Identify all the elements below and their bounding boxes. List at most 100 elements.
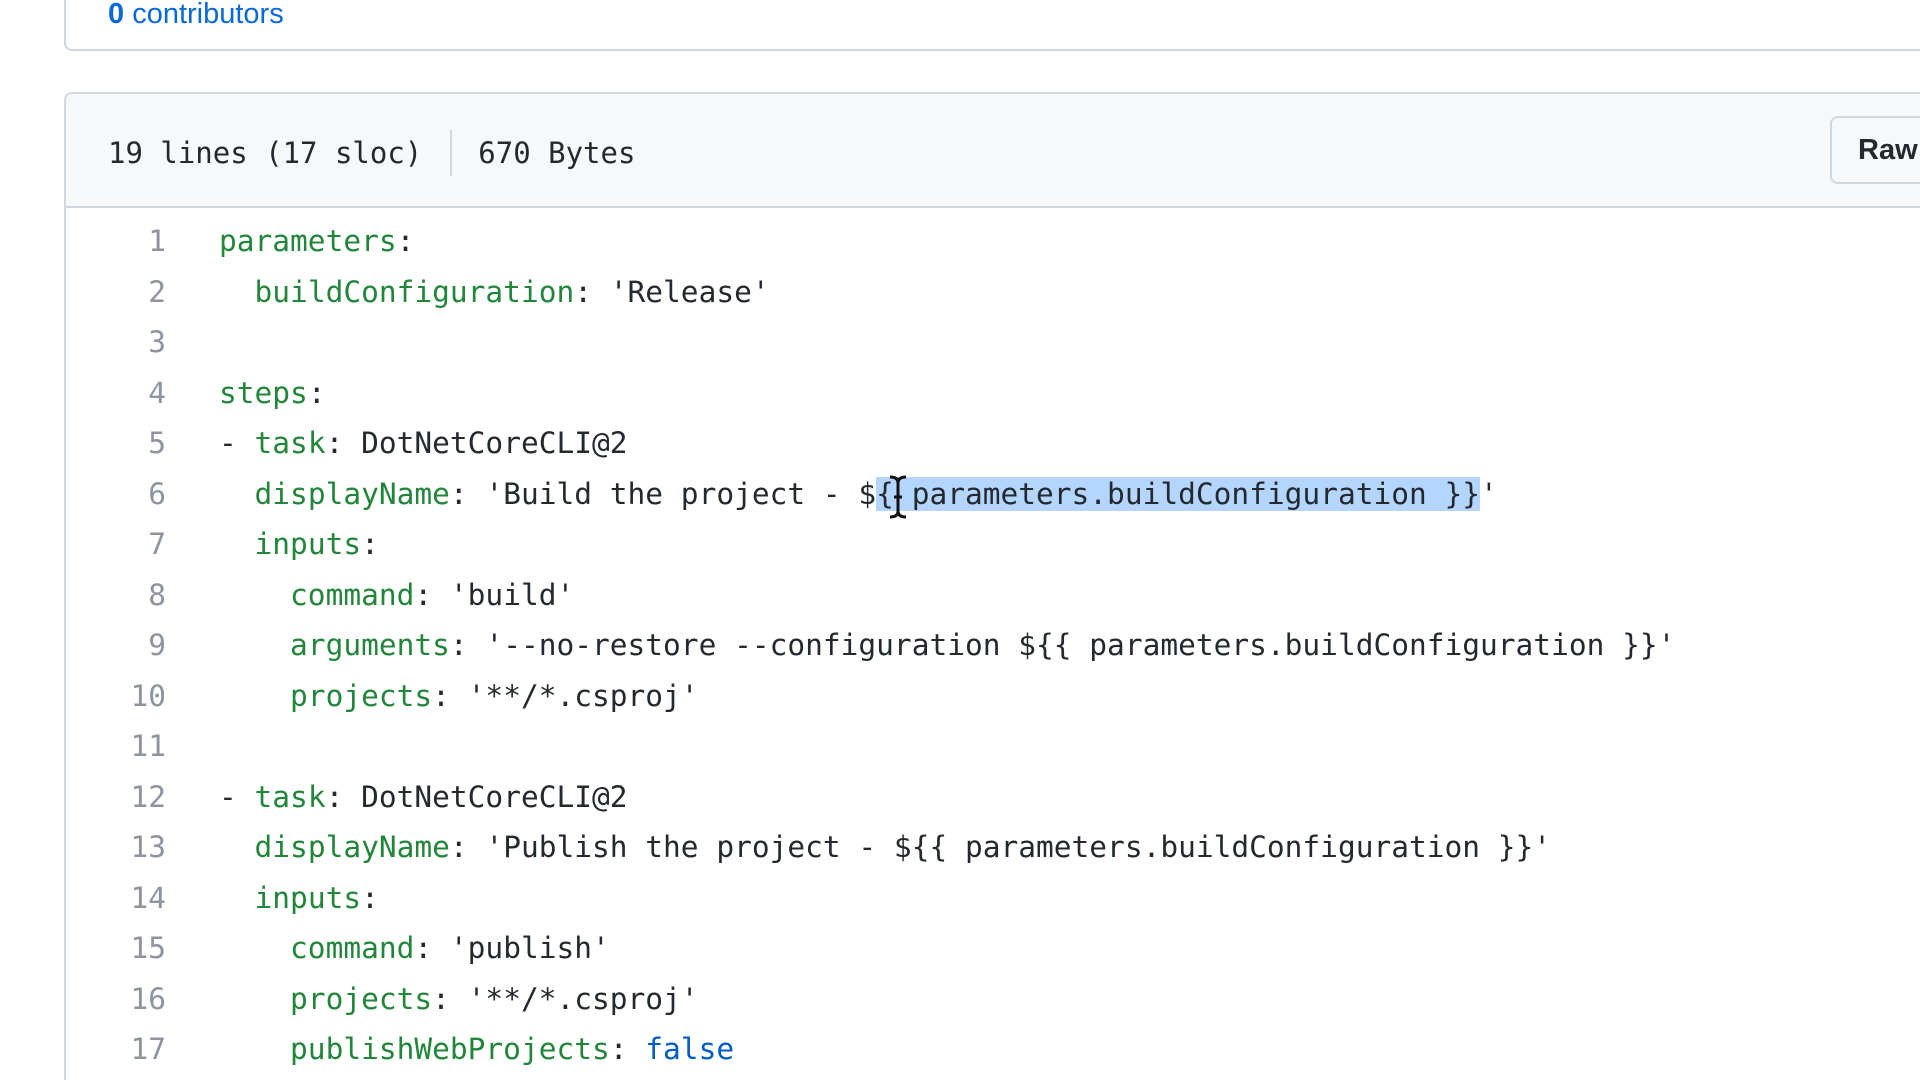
yaml-value: 'Build the project - $: [485, 476, 877, 511]
line-number[interactable]: 2: [66, 267, 166, 317]
yaml-key: command: [290, 931, 415, 965]
yaml-separator: :: [432, 678, 468, 713]
text-cursor-icon: [889, 475, 907, 519]
file-info: 19 lines (17 sloc) 670 Bytes: [108, 130, 635, 176]
yaml-key: task: [254, 426, 326, 460]
yaml-separator: :: [361, 880, 379, 915]
yaml-value: 'build': [449, 577, 575, 612]
contributors-count: 0: [108, 0, 125, 30]
line-content: - task: DotNetCoreCLI@2: [219, 418, 628, 468]
code-view[interactable]: 1 parameters: 2 buildConfiguration: 'Relea…: [66, 216, 1920, 1075]
yaml-separator: :: [449, 628, 486, 662]
file-header: 19 lines (17 sloc) 670 Bytes Raw: [66, 94, 1920, 208]
line-number[interactable]: 3: [66, 317, 166, 367]
yaml-separator: :: [396, 224, 415, 258]
line-number[interactable]: 5: [66, 418, 166, 468]
line-indent: -: [219, 426, 255, 460]
yaml-key: buildConfiguration: [254, 274, 575, 309]
yaml-separator: :: [325, 779, 362, 814]
code-line: 4 steps:: [66, 368, 1920, 419]
line-content: arguments: '--no-restore --configuration…: [219, 620, 1675, 670]
yaml-key: command: [290, 577, 415, 612]
code-line: 16 projects: '**/*.csproj': [66, 974, 1920, 1025]
line-number[interactable]: 15: [66, 923, 166, 973]
code-line: 5 - task: DotNetCoreCLI@2: [66, 418, 1920, 469]
yaml-separator: :: [432, 981, 468, 1016]
yaml-value: ': [1480, 476, 1498, 511]
yaml-value: 'Publish the project - ${{ parameters.bu…: [485, 830, 1552, 864]
code-line: 17 publishWebProjects: false: [66, 1024, 1920, 1075]
yaml-separator: :: [574, 274, 610, 309]
code-line: 2 buildConfiguration: 'Release': [66, 267, 1920, 318]
yaml-key: task: [254, 779, 326, 814]
contributors-label: contributors: [132, 0, 284, 30]
code-line: 7 inputs:: [66, 519, 1920, 570]
contributors-link[interactable]: 0 contributors: [108, 0, 284, 31]
yaml-value: '**/*.csproj': [467, 678, 699, 713]
code-line: 1 parameters:: [66, 216, 1920, 267]
line-number[interactable]: 16: [66, 974, 166, 1024]
line-number[interactable]: 17: [66, 1024, 166, 1074]
file-size: 670 Bytes: [478, 136, 636, 170]
code-line: 6 displayName: 'Build the project - ${ p…: [66, 469, 1920, 520]
code-line: 12 - task: DotNetCoreCLI@2: [66, 772, 1920, 823]
line-number[interactable]: 9: [66, 620, 166, 670]
line-number[interactable]: 13: [66, 822, 166, 872]
line-number[interactable]: 11: [66, 721, 166, 771]
yaml-value: DotNetCoreCLI@2: [361, 779, 628, 814]
yaml-key: arguments: [290, 628, 450, 662]
line-indent: -: [219, 779, 255, 814]
line-content: projects: '**/*.csproj': [219, 974, 699, 1024]
line-content: inputs:: [219, 519, 379, 569]
raw-button[interactable]: Raw: [1830, 116, 1920, 184]
line-content: - task: DotNetCoreCLI@2: [219, 772, 628, 822]
yaml-key: displayName: [254, 476, 450, 511]
yaml-value: '--no-restore --configuration ${{ parame…: [485, 628, 1676, 662]
code-line: 10 projects: '**/*.csproj': [66, 671, 1920, 722]
yaml-key: inputs: [254, 527, 362, 561]
line-number[interactable]: 4: [66, 368, 166, 418]
code-line: 13 displayName: 'Publish the project - $…: [66, 822, 1920, 873]
line-content: inputs:: [219, 873, 379, 923]
yaml-key: steps: [219, 375, 308, 410]
code-line: 15 command: 'publish': [66, 923, 1920, 974]
line-number[interactable]: 12: [66, 772, 166, 822]
line-number[interactable]: 1: [66, 216, 166, 266]
yaml-value: false: [645, 1032, 735, 1066]
yaml-key: projects: [290, 981, 433, 1016]
yaml-separator: :: [307, 375, 326, 410]
line-content: projects: '**/*.csproj': [219, 671, 699, 721]
line-number[interactable]: 8: [66, 570, 166, 620]
code-line: 14 inputs:: [66, 873, 1920, 924]
yaml-value: 'publish': [449, 931, 610, 965]
line-content: command: 'publish': [219, 923, 610, 973]
yaml-separator: :: [325, 426, 362, 460]
line-content: steps:: [219, 368, 326, 418]
selected-text: { parameters.buildConfiguration }}: [876, 476, 1481, 511]
line-content: displayName: 'Publish the project - ${{ …: [219, 822, 1552, 872]
contributors-box: 0 contributors: [64, 0, 1920, 51]
line-number[interactable]: 6: [66, 469, 166, 519]
line-count: 19 lines (17 sloc): [108, 136, 423, 170]
yaml-value: '**/*.csproj': [467, 981, 699, 1016]
yaml-key: publishWebProjects: [290, 1032, 610, 1066]
yaml-separator: :: [449, 830, 486, 864]
line-number[interactable]: 7: [66, 519, 166, 569]
yaml-key: inputs: [254, 880, 362, 915]
line-content: publishWebProjects: false: [219, 1024, 734, 1074]
yaml-key: projects: [290, 678, 433, 713]
line-content: command: 'build': [219, 570, 574, 620]
line-number[interactable]: 10: [66, 671, 166, 721]
line-number[interactable]: 14: [66, 873, 166, 923]
page: 0 contributors 19 lines (17 sloc) 670 By…: [0, 0, 1920, 1080]
line-content: displayName: 'Build the project - ${ par…: [219, 469, 1498, 519]
